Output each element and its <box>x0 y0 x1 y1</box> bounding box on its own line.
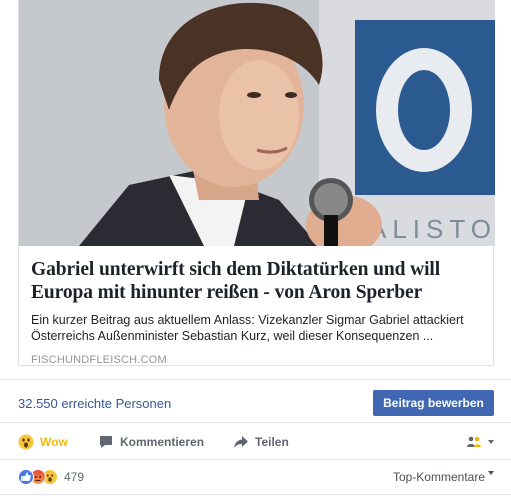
wow-reaction-button[interactable]: Wow <box>18 428 68 456</box>
comment-button[interactable]: Kommentieren <box>98 428 204 456</box>
link-domain: FISCHUNDFLEISCH.COM <box>31 354 167 366</box>
reaction-icons <box>18 469 58 485</box>
link-preview-image[interactable]: ALISTO <box>19 0 495 246</box>
divider <box>0 422 511 423</box>
chevron-down-icon <box>488 440 494 444</box>
svg-text:ALISTO: ALISTO <box>369 214 495 244</box>
link-title[interactable]: Gabriel unterwirft sich dem Diktatürken … <box>31 258 481 304</box>
like-icon <box>18 469 34 485</box>
audience-selector[interactable] <box>460 428 494 456</box>
link-description: Ein kurzer Beitrag aus aktuellem Anlass:… <box>31 313 464 343</box>
reach-count[interactable]: 32.550 erreichte Personen <box>18 396 171 411</box>
action-bar: Wow Kommentieren Teilen <box>18 428 494 456</box>
wow-face-icon <box>18 434 34 450</box>
share-button[interactable]: Teilen <box>233 428 289 456</box>
reaction-summary[interactable]: 479 <box>18 468 84 486</box>
divider <box>0 459 511 460</box>
comment-sort-label: Top-Kommentare <box>392 470 485 484</box>
wow-label: Wow <box>40 435 68 449</box>
comment-label: Kommentieren <box>120 435 205 449</box>
comment-sort-dropdown[interactable]: Top-Kommentare <box>393 470 494 484</box>
facebook-post: ALISTO Gabriel unterwirft sich dem Dikta… <box>0 0 511 502</box>
chevron-down-icon <box>488 471 494 475</box>
link-preview-card[interactable]: ALISTO Gabriel unterwirft sich dem Dikta… <box>18 0 495 366</box>
share-arrow-icon <box>233 434 249 450</box>
promote-post-button[interactable]: Beitrag bewerben <box>373 390 494 416</box>
divider <box>0 494 511 495</box>
link-preview-text[interactable]: Gabriel unterwirft sich dem Diktatürken … <box>19 246 493 366</box>
divider <box>0 379 511 380</box>
man-with-microphone-photo: ALISTO <box>19 0 495 246</box>
reaction-count: 479 <box>64 470 85 484</box>
share-label: Teilen <box>255 435 289 449</box>
speech-bubble-icon <box>98 434 114 450</box>
friends-audience-icon <box>466 434 482 450</box>
